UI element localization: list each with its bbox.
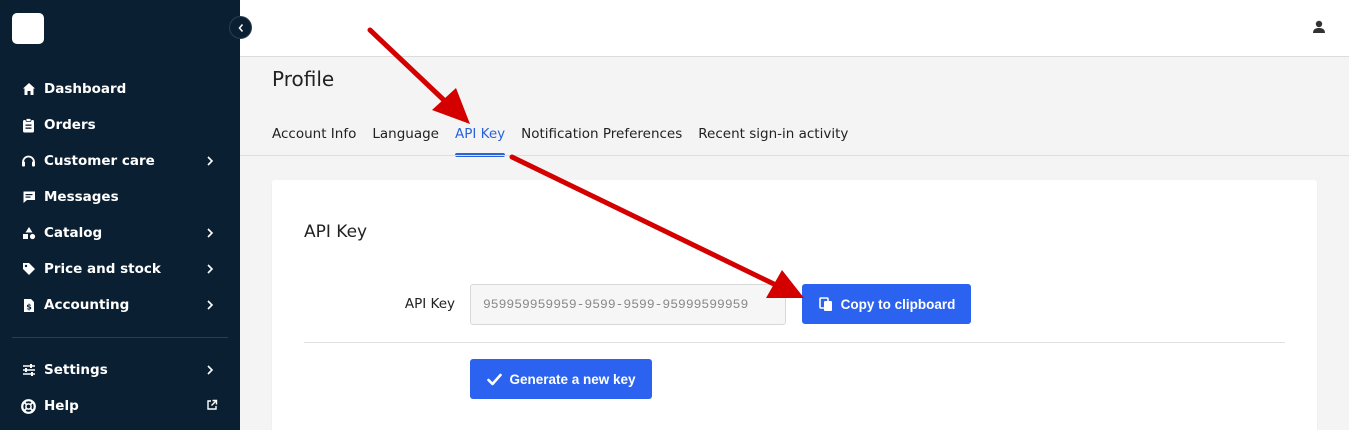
chevron-left-icon <box>238 23 243 32</box>
sidebar-collapse-button[interactable] <box>229 16 252 39</box>
page-title: Profile <box>272 67 335 91</box>
chevron-right-icon <box>207 365 214 375</box>
sidebar-item-accounting[interactable]: $ Accounting <box>0 287 240 323</box>
svg-text:$: $ <box>26 302 32 311</box>
sidebar-bottom-nav: Settings Help <box>0 352 240 424</box>
checkmark-icon <box>486 371 502 387</box>
sidebar-item-price-and-stock[interactable]: Price and stock <box>0 251 240 287</box>
chevron-right-icon <box>207 264 214 274</box>
logo[interactable] <box>12 13 44 44</box>
sidebar-item-customer-care[interactable]: Customer care <box>0 143 240 179</box>
message-icon <box>21 190 36 205</box>
sidebar: Dashboard Orders Customer care Messages … <box>0 0 240 430</box>
card-title: API Key <box>304 222 368 242</box>
external-link-icon <box>207 399 218 410</box>
sidebar-item-label: Customer care <box>44 153 155 169</box>
sidebar-item-label: Help <box>44 398 79 414</box>
home-icon <box>21 82 36 97</box>
sidebar-item-catalog[interactable]: Catalog <box>0 215 240 251</box>
sidebar-item-label: Price and stock <box>44 261 161 277</box>
sidebar-item-label: Orders <box>44 117 96 133</box>
sidebar-item-label: Messages <box>44 189 119 205</box>
tab-account-info[interactable]: Account Info <box>272 126 356 152</box>
top-bar <box>240 0 1349 57</box>
tab-api-key[interactable]: API Key <box>454 126 506 157</box>
generate-new-key-button[interactable]: Generate a new key <box>470 359 652 399</box>
copy-to-clipboard-button[interactable]: Copy to clipboard <box>802 284 971 324</box>
chevron-right-icon <box>207 228 214 238</box>
invoice-icon: $ <box>21 298 36 313</box>
api-key-label: API Key <box>404 296 455 312</box>
copy-icon <box>818 296 834 312</box>
sidebar-item-label: Settings <box>44 362 108 378</box>
chevron-right-icon <box>207 156 214 166</box>
sidebar-item-label: Accounting <box>44 297 130 313</box>
sidebar-item-dashboard[interactable]: Dashboard <box>0 71 240 107</box>
sidebar-nav: Dashboard Orders Customer care Messages … <box>0 71 240 323</box>
sidebar-item-label: Catalog <box>44 225 103 241</box>
chevron-right-icon <box>207 300 214 310</box>
user-icon[interactable] <box>1312 20 1326 34</box>
generate-button-label: Generate a new key <box>509 371 636 387</box>
sidebar-item-messages[interactable]: Messages <box>0 179 240 215</box>
sidebar-item-label: Dashboard <box>44 81 127 97</box>
sidebar-item-settings[interactable]: Settings <box>0 352 240 388</box>
sidebar-item-orders[interactable]: Orders <box>0 107 240 143</box>
tab-notification-preferences[interactable]: Notification Preferences <box>521 126 682 152</box>
profile-tabs: Account Info Language API Key Notificati… <box>272 126 864 157</box>
copy-button-label: Copy to clipboard <box>840 296 956 312</box>
headset-icon <box>21 154 36 169</box>
tab-language[interactable]: Language <box>372 126 439 152</box>
shapes-icon <box>21 226 36 241</box>
tabs-divider <box>240 155 1349 156</box>
tag-icon <box>21 262 36 277</box>
sidebar-divider <box>12 337 228 338</box>
sidebar-item-help[interactable]: Help <box>0 388 240 424</box>
card-divider <box>304 342 1285 343</box>
sliders-icon <box>21 363 36 378</box>
clipboard-icon <box>21 117 36 133</box>
lifebuoy-icon <box>21 398 36 414</box>
api-key-field[interactable] <box>470 284 786 325</box>
tab-recent-sign-in-activity[interactable]: Recent sign-in activity <box>698 126 848 152</box>
